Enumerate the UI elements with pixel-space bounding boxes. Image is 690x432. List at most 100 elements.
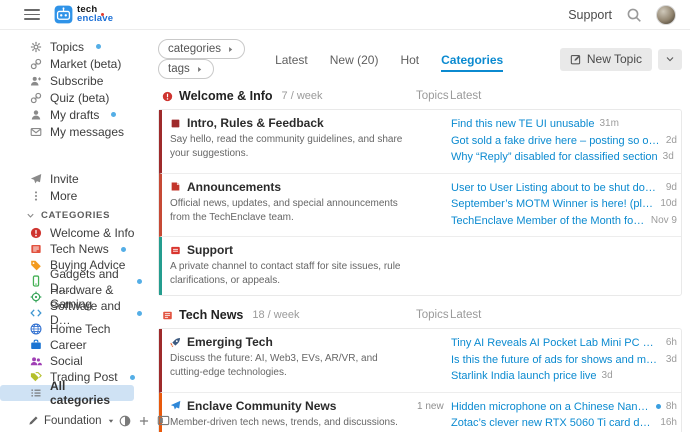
sidebar-item-subscribe[interactable]: Subscribe (0, 72, 148, 89)
unread-dot (96, 44, 101, 49)
contrast-toggle-icon[interactable] (119, 415, 131, 427)
latest-topic-row: TechEnclave Member of the Month for Octo… (451, 213, 677, 230)
search-icon[interactable] (626, 7, 642, 23)
sidebar-item-more[interactable]: More (0, 187, 148, 204)
filter-pill-label: categories (168, 43, 221, 55)
theme-picker[interactable]: Foundation (28, 415, 115, 427)
sidebar-item-my-messages[interactable]: My messages (0, 123, 148, 140)
sidebar-item-quiz-beta[interactable]: Quiz (beta) (0, 89, 148, 106)
theme-name: Foundation (44, 415, 102, 427)
latest-topic-time: 3d (602, 368, 613, 385)
nav-link-latest[interactable]: Latest (275, 53, 308, 72)
latest-topic-time: 31m (599, 116, 618, 133)
info-circle-icon (30, 227, 42, 239)
site-logo[interactable]: tech enclave (54, 5, 113, 24)
unread-dot (111, 112, 116, 117)
category-name: Enclave Community News (187, 399, 336, 413)
sidebar-category-career[interactable]: Career (0, 337, 148, 353)
new-topic-dropdown-button[interactable] (658, 49, 682, 70)
sidebar-secondary-nav: InviteMore (0, 170, 148, 204)
topic-list-toolbar: categories tags Latest New (20) Hot Categori… (158, 39, 682, 79)
latest-topic-time: 3d (663, 149, 674, 166)
topics-count-cell (417, 335, 451, 385)
edit-icon (570, 53, 582, 65)
top-header: tech enclave Support (0, 0, 690, 30)
latest-topic-link[interactable]: Is this the future of ads for shows and … (451, 352, 661, 369)
sidebar: TopicsMarket (beta) Subscribe Quiz (beta) M… (0, 30, 148, 431)
section-header-welcome-info: Welcome & Info7 / weekTopicsLatest (158, 89, 682, 103)
latest-topic-row: Starlink India launch price live 3d (451, 368, 677, 385)
latest-topics-cell: Find this new TE UI unusable 31mGot sold … (451, 116, 681, 166)
category-cell: Emerging TechDiscuss the future: AI, Web… (162, 335, 417, 385)
section-title-welcome-info[interactable]: Welcome & Info7 / week (162, 89, 416, 103)
latest-topic-link[interactable]: Zotac’s clever new RTX 5060 Ti card does… (451, 415, 655, 432)
latest-topic-link[interactable]: TechEnclave Member of the Month for Octo… (451, 213, 646, 230)
category-link-enclave-community-news[interactable]: Enclave Community News (170, 399, 405, 413)
category-group-welcome-info: Intro, Rules & FeedbackSay hello, read t… (158, 109, 682, 296)
cog-icon (30, 41, 42, 53)
filter-pill-categories[interactable]: categories (158, 39, 245, 59)
category-name: Announcements (187, 180, 281, 194)
category-cell: Intro, Rules & FeedbackSay hello, read t… (162, 116, 417, 166)
add-section-icon[interactable] (138, 415, 150, 427)
support-link[interactable]: Support (568, 8, 612, 22)
sidebar-item-label: Career (50, 338, 87, 352)
topics-count-cell[interactable]: 1 new (417, 399, 451, 432)
latest-topic-link[interactable]: Starlink India launch price live (451, 368, 597, 385)
categories-section-header[interactable]: CATEGORIES (0, 204, 148, 225)
sidebar-item-label: My drafts (50, 108, 99, 122)
latest-topic-link[interactable]: User to User Listing about to be shut do… (451, 180, 661, 197)
new-topic-button[interactable]: New Topic (560, 48, 652, 71)
nav-link-categories[interactable]: Categories (441, 53, 503, 72)
category-row-emerging-tech: Emerging TechDiscuss the future: AI, Web… (159, 329, 681, 393)
sidebar-category-tech-news[interactable]: Tech News (0, 241, 148, 257)
sidebar-panel-icon[interactable] (157, 414, 170, 427)
sidebar-item-topics[interactable]: Topics (0, 38, 148, 55)
category-description: Official news, updates, and special anno… (170, 197, 405, 225)
category-group-tech-news: Emerging TechDiscuss the future: AI, Web… (158, 328, 682, 432)
latest-topic-row: Why “Reply” disabled for classified sect… (451, 149, 677, 166)
category-name: Emerging Tech (187, 335, 273, 349)
sidebar-item-label: Subscribe (50, 74, 103, 88)
latest-topic-link[interactable]: Hidden microphone on a Chinese NanoKVM (451, 399, 651, 416)
category-link-emerging-tech[interactable]: Emerging Tech (170, 335, 405, 349)
nav-link-hot[interactable]: Hot (400, 53, 419, 72)
sidebar-item-invite[interactable]: Invite (0, 170, 148, 187)
filter-pill-tags[interactable]: tags (158, 59, 214, 79)
logo-text: tech enclave (77, 6, 113, 23)
category-row-announcements: Announcements Official news, updates, and… (159, 174, 681, 238)
latest-topic-link[interactable]: Why “Reply” disabled for classified sect… (451, 149, 658, 166)
note-icon (170, 181, 181, 192)
category-description: Member-driven tech news, trends, and dis… (170, 416, 405, 430)
info-circle-icon (162, 91, 173, 102)
category-row-intro-rules-feedback: Intro, Rules & FeedbackSay hello, read t… (159, 110, 681, 174)
sidebar-item-my-drafts[interactable]: My drafts (0, 106, 148, 123)
sidebar-item-market-beta[interactable]: Market (beta) (0, 55, 148, 72)
hamburger-menu-button[interactable] (24, 9, 40, 20)
sidebar-category-home-tech[interactable]: Home Tech (0, 321, 148, 337)
categories-section-label: CATEGORIES (41, 210, 110, 221)
latest-topic-time: 10d (660, 196, 677, 213)
sidebar-item-label: Quiz (beta) (50, 91, 109, 105)
section-title-tech-news[interactable]: Tech News18 / week (162, 308, 416, 322)
category-link-announcements[interactable]: Announcements (170, 180, 405, 194)
sidebar-categories-nav: Welcome & InfoTech NewsBuying AdviceGadg… (0, 225, 148, 401)
latest-topic-time: 16h (660, 415, 677, 432)
latest-topic-time: Nov 9 (651, 213, 677, 230)
category-link-intro-rules-feedback[interactable]: Intro, Rules & Feedback (170, 116, 405, 130)
latest-topic-link[interactable]: September’s MOTM Winner is here! (plus a… (451, 196, 655, 213)
user-avatar[interactable] (656, 5, 676, 25)
sidebar-category-welcome-info[interactable]: Welcome & Info (0, 225, 148, 241)
sidebar-category-social[interactable]: Social (0, 353, 148, 369)
latest-topic-link[interactable]: Find this new TE UI unusable (451, 116, 594, 133)
nav-link-new-20[interactable]: New (20) (330, 53, 379, 72)
sidebar-category-all-categories[interactable]: All categories (0, 385, 134, 401)
latest-topic-link[interactable]: Got sold a fake drive here – posting so … (451, 133, 661, 150)
latest-topic-link[interactable]: Tiny AI Reveals AI Pocket Lab Mini PC Po… (451, 335, 661, 352)
latest-topic-row: Hidden microphone on a Chinese NanoKVM8h (451, 399, 677, 416)
square-icon (170, 118, 181, 129)
category-link-support[interactable]: Support (170, 243, 405, 257)
latest-topic-time: 2d (666, 133, 677, 150)
latest-topic-row: September’s MOTM Winner is here! (plus a… (451, 196, 677, 213)
sidebar-item-label: Social (50, 354, 83, 368)
